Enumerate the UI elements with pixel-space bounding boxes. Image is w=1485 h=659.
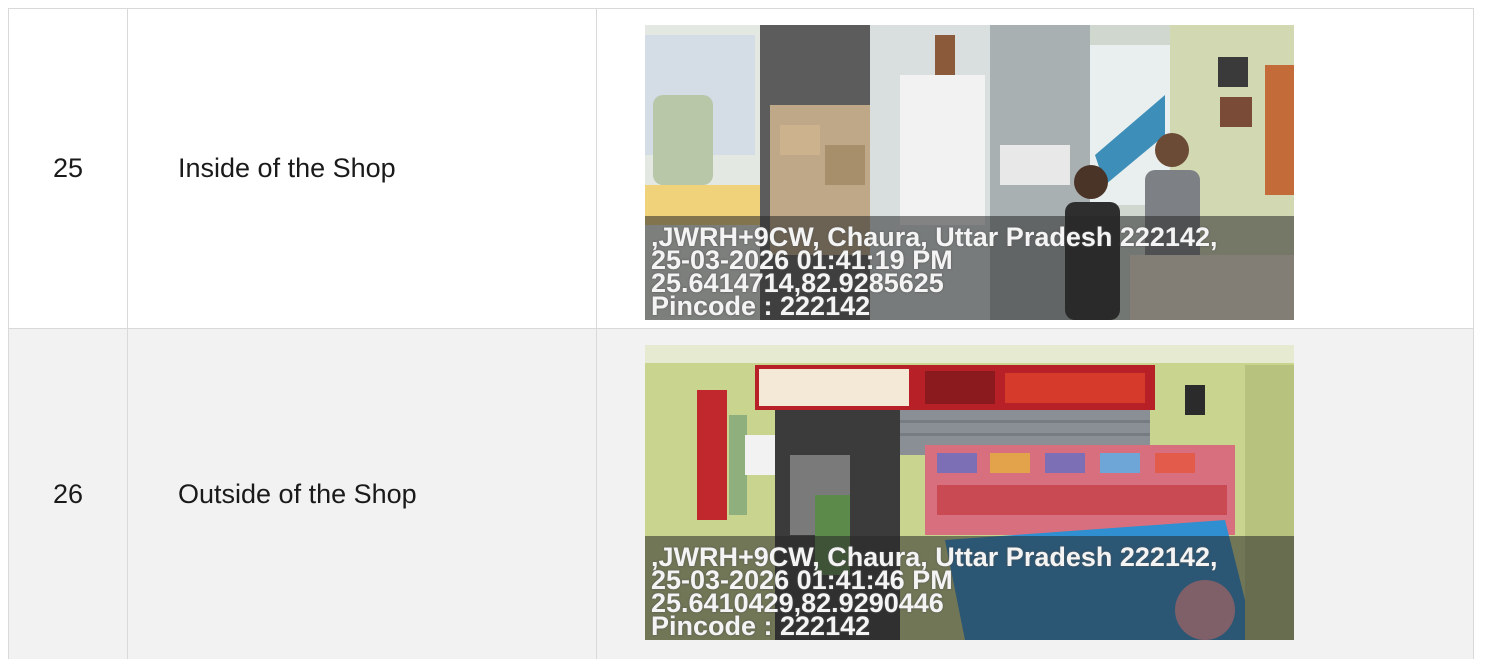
row-description: Inside of the Shop [178,153,396,183]
stamp-pincode: Pincode : 222142 [651,291,871,320]
stamp-pincode: Pincode : 222142 [651,611,871,640]
row-photo-cell: ,JWRH+9CW, Chaura, Uttar Pradesh 222142,… [597,329,1474,659]
photo-table: 25 Inside of the Shop ,JWRH+9CW, Chaura,… [8,8,1474,659]
row-number-cell: 26 [9,329,128,659]
row-photo-cell: ,JWRH+9CW, Chaura, Uttar Pradesh 222142,… [597,9,1474,328]
row-description-cell: Inside of the Shop [128,9,597,328]
table-row: 25 Inside of the Shop ,JWRH+9CW, Chaura,… [9,9,1474,329]
row-description-cell: Outside of the Shop [128,329,597,659]
row-number-cell: 25 [9,9,128,328]
geo-stamp-text: ,JWRH+9CW, Chaura, Uttar Pradesh 222142,… [651,544,1217,640]
shop-inside-photo: ,JWRH+9CW, Chaura, Uttar Pradesh 222142,… [645,25,1294,320]
row-number: 26 [52,478,84,509]
row-number: 25 [52,153,84,183]
geo-stamp-text: ,JWRH+9CW, Chaura, Uttar Pradesh 222142,… [651,224,1217,320]
table-row: 26 Outside of the Shop ,JWRH+9CW, Chaura… [9,329,1474,659]
shop-outside-photo: ,JWRH+9CW, Chaura, Uttar Pradesh 222142,… [645,345,1294,640]
row-description: Outside of the Shop [178,478,417,509]
